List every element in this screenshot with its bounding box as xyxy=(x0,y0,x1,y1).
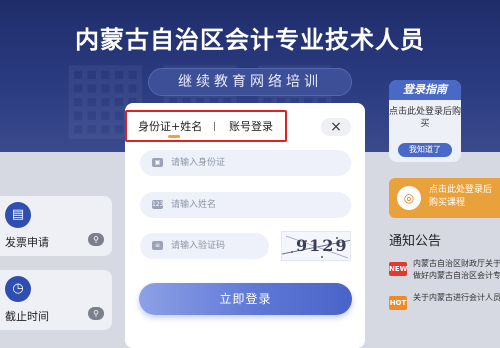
name-input[interactable] xyxy=(171,192,341,218)
deadline-label: 截止时间 xyxy=(5,310,49,323)
close-icon: × xyxy=(330,119,342,135)
captcha-field[interactable]: ≡ xyxy=(140,233,269,259)
notice-item-text[interactable]: 内蒙古自治区财政厅关于做好内蒙古自治区会计专业技术人员继续教育工作的通知 xyxy=(413,258,500,282)
page-subtitle: 继续教育网络培训 xyxy=(148,68,352,96)
hot-badge: HOT xyxy=(389,296,407,310)
login-guide-title: 登录指南 xyxy=(389,80,461,100)
captcha-text: 9129 xyxy=(296,236,349,255)
deadline-card[interactable]: ◷ 截止时间 ⚲ xyxy=(0,270,112,330)
login-button[interactable]: 立即登录 xyxy=(139,283,352,315)
notice-item[interactable]: HOT 关于内蒙古进行会计人员继续教育 xyxy=(389,290,500,320)
new-badge: NEW xyxy=(389,262,407,276)
name-icon: 123 xyxy=(152,200,164,209)
tab-account-login[interactable]: 账号登录 xyxy=(229,118,273,134)
close-button[interactable]: × xyxy=(321,118,351,136)
captcha-input[interactable] xyxy=(171,233,263,259)
search-icon[interactable]: ⚲ xyxy=(88,307,104,320)
id-card-input[interactable] xyxy=(171,150,341,176)
clock-icon: ◷ xyxy=(5,276,31,302)
captcha-image[interactable]: 9129 xyxy=(281,231,351,261)
invoice-application-label: 发票申请 xyxy=(5,236,49,249)
notice-item-text[interactable]: 关于内蒙古进行会计人员继续教育 xyxy=(413,292,500,304)
login-guide-popup: 登录指南 点击此处登录后购买 我知道了 xyxy=(389,80,461,162)
tab-id-name-login[interactable]: 身份证+姓名 xyxy=(138,118,202,134)
notice-title: 通知公告 xyxy=(389,234,442,249)
invoice-icon: ▤ xyxy=(5,202,31,228)
id-card-field[interactable]: ▣ xyxy=(140,150,351,176)
search-icon[interactable]: ⚲ xyxy=(88,233,104,246)
id-card-icon: ▣ xyxy=(152,158,163,167)
invoice-application-card[interactable]: ▤ 发票申请 ⚲ xyxy=(0,196,112,256)
active-tab-indicator xyxy=(168,135,180,138)
buy-course-banner[interactable]: ◎ 点击此处登录后购买课程 xyxy=(389,178,500,218)
tab-divider xyxy=(214,122,215,131)
captcha-icon: ≡ xyxy=(152,241,163,250)
got-it-button[interactable]: 我知道了 xyxy=(398,143,452,157)
cart-icon: ◎ xyxy=(397,186,421,210)
page-title: 内蒙古自治区会计专业技术人员 xyxy=(75,26,425,54)
name-field[interactable]: 123 xyxy=(140,192,351,218)
login-guide-text: 点击此处登录后购买 xyxy=(389,107,461,129)
notice-item[interactable]: NEW 内蒙古自治区财政厅关于做好内蒙古自治区会计专业技术人员继续教育工作的通知 xyxy=(389,256,500,286)
buy-course-text: 点击此处登录后购买课程 xyxy=(429,185,493,208)
